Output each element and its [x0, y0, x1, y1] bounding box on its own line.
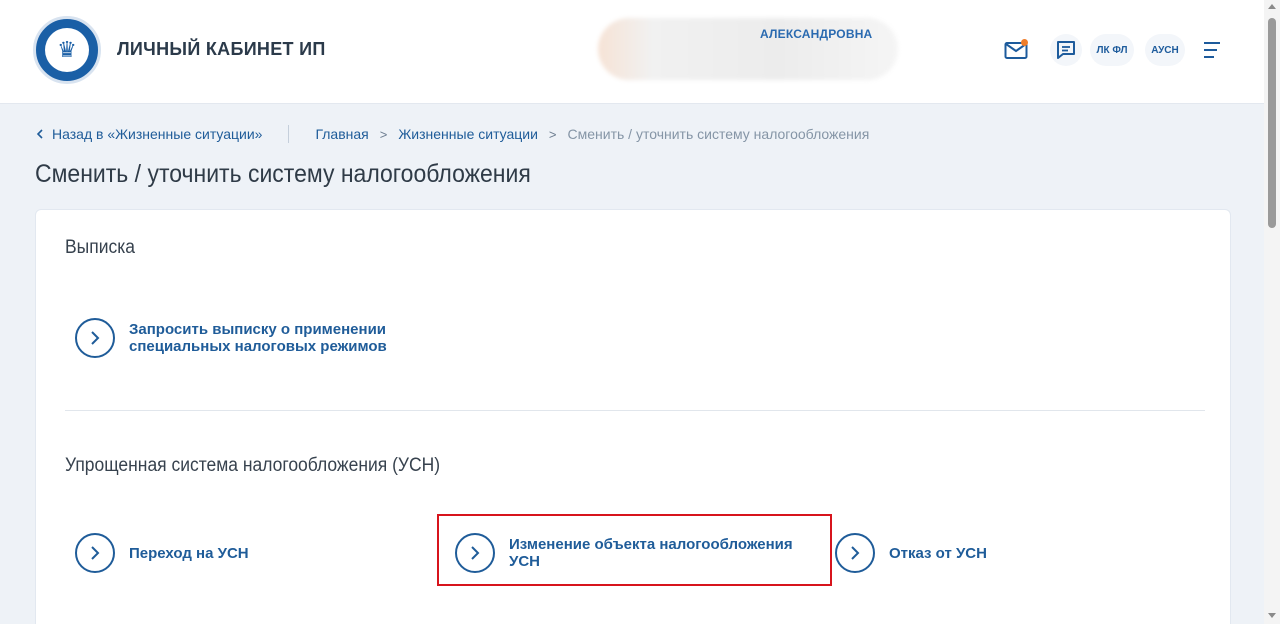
menu-icon	[1204, 42, 1220, 58]
scroll-thumb[interactable]	[1268, 18, 1276, 228]
page-scrollbar[interactable]	[1264, 0, 1280, 624]
chevron-right-icon: >	[548, 126, 557, 142]
arrow-right-circle-icon	[75, 533, 115, 573]
chat-button[interactable]	[1050, 34, 1082, 66]
arrow-right-circle-icon	[835, 533, 875, 573]
request-statement-link[interactable]: Запросить выписку о применении специальн…	[75, 318, 387, 358]
breadcrumb-item-life-situations[interactable]: Жизненные ситуации	[398, 126, 538, 142]
highlight-box	[437, 514, 832, 586]
switch-to-usn-label: Переход на УСН	[129, 544, 249, 562]
cabinet-title: ЛИЧНЫЙ КАБИНЕТ ИП	[117, 39, 326, 59]
ausn-button[interactable]: АУСН	[1145, 34, 1185, 66]
scroll-down-arrow-icon[interactable]	[1268, 613, 1276, 618]
chevron-right-icon: >	[379, 126, 388, 142]
refuse-usn-link[interactable]: Отказ от УСН	[835, 533, 987, 573]
menu-button[interactable]	[1198, 34, 1226, 66]
chevron-left-icon	[36, 129, 43, 139]
top-header: ♛ ЛИЧНЫЙ КАБИНЕТ ИП АЛЕКСАНДРОВНА ЛК ФЛ …	[0, 0, 1264, 104]
arrow-right-circle-icon	[75, 318, 115, 358]
breadcrumb-item-home[interactable]: Главная	[315, 126, 368, 142]
section-title-usn: Упрощенная система налогообложения (УСН)	[65, 455, 441, 476]
back-link-label: Назад в «Жизненные ситуации»	[52, 126, 263, 142]
section-divider	[65, 410, 1205, 411]
breadcrumb: Назад в «Жизненные ситуации» Главная > Ж…	[36, 125, 869, 143]
user-name[interactable]: АЛЕКСАНДРОВНА	[760, 27, 872, 41]
eagle-emblem-icon: ♛	[45, 28, 89, 72]
content-card: Выписка Запросить выписку о применении с…	[35, 209, 1231, 624]
mail-button[interactable]	[1000, 34, 1032, 66]
refuse-usn-label: Отказ от УСН	[889, 544, 987, 562]
chat-icon	[1057, 41, 1075, 59]
breadcrumb-divider	[288, 125, 290, 143]
request-statement-label: Запросить выписку о применении специальн…	[129, 321, 387, 355]
switch-to-usn-link[interactable]: Переход на УСН	[75, 533, 249, 573]
scroll-up-arrow-icon[interactable]	[1268, 4, 1276, 9]
tax-service-emblem-icon[interactable]: ♛	[33, 16, 101, 84]
lk-fl-button[interactable]: ЛК ФЛ	[1090, 34, 1134, 66]
breadcrumb-item-current: Сменить / уточнить систему налогообложен…	[567, 126, 870, 142]
page-title: Сменить / уточнить систему налогообложен…	[35, 160, 531, 188]
notification-dot	[1021, 39, 1028, 46]
section-title-statement: Выписка	[65, 237, 135, 258]
back-link[interactable]: Назад в «Жизненные ситуации»	[36, 126, 262, 142]
